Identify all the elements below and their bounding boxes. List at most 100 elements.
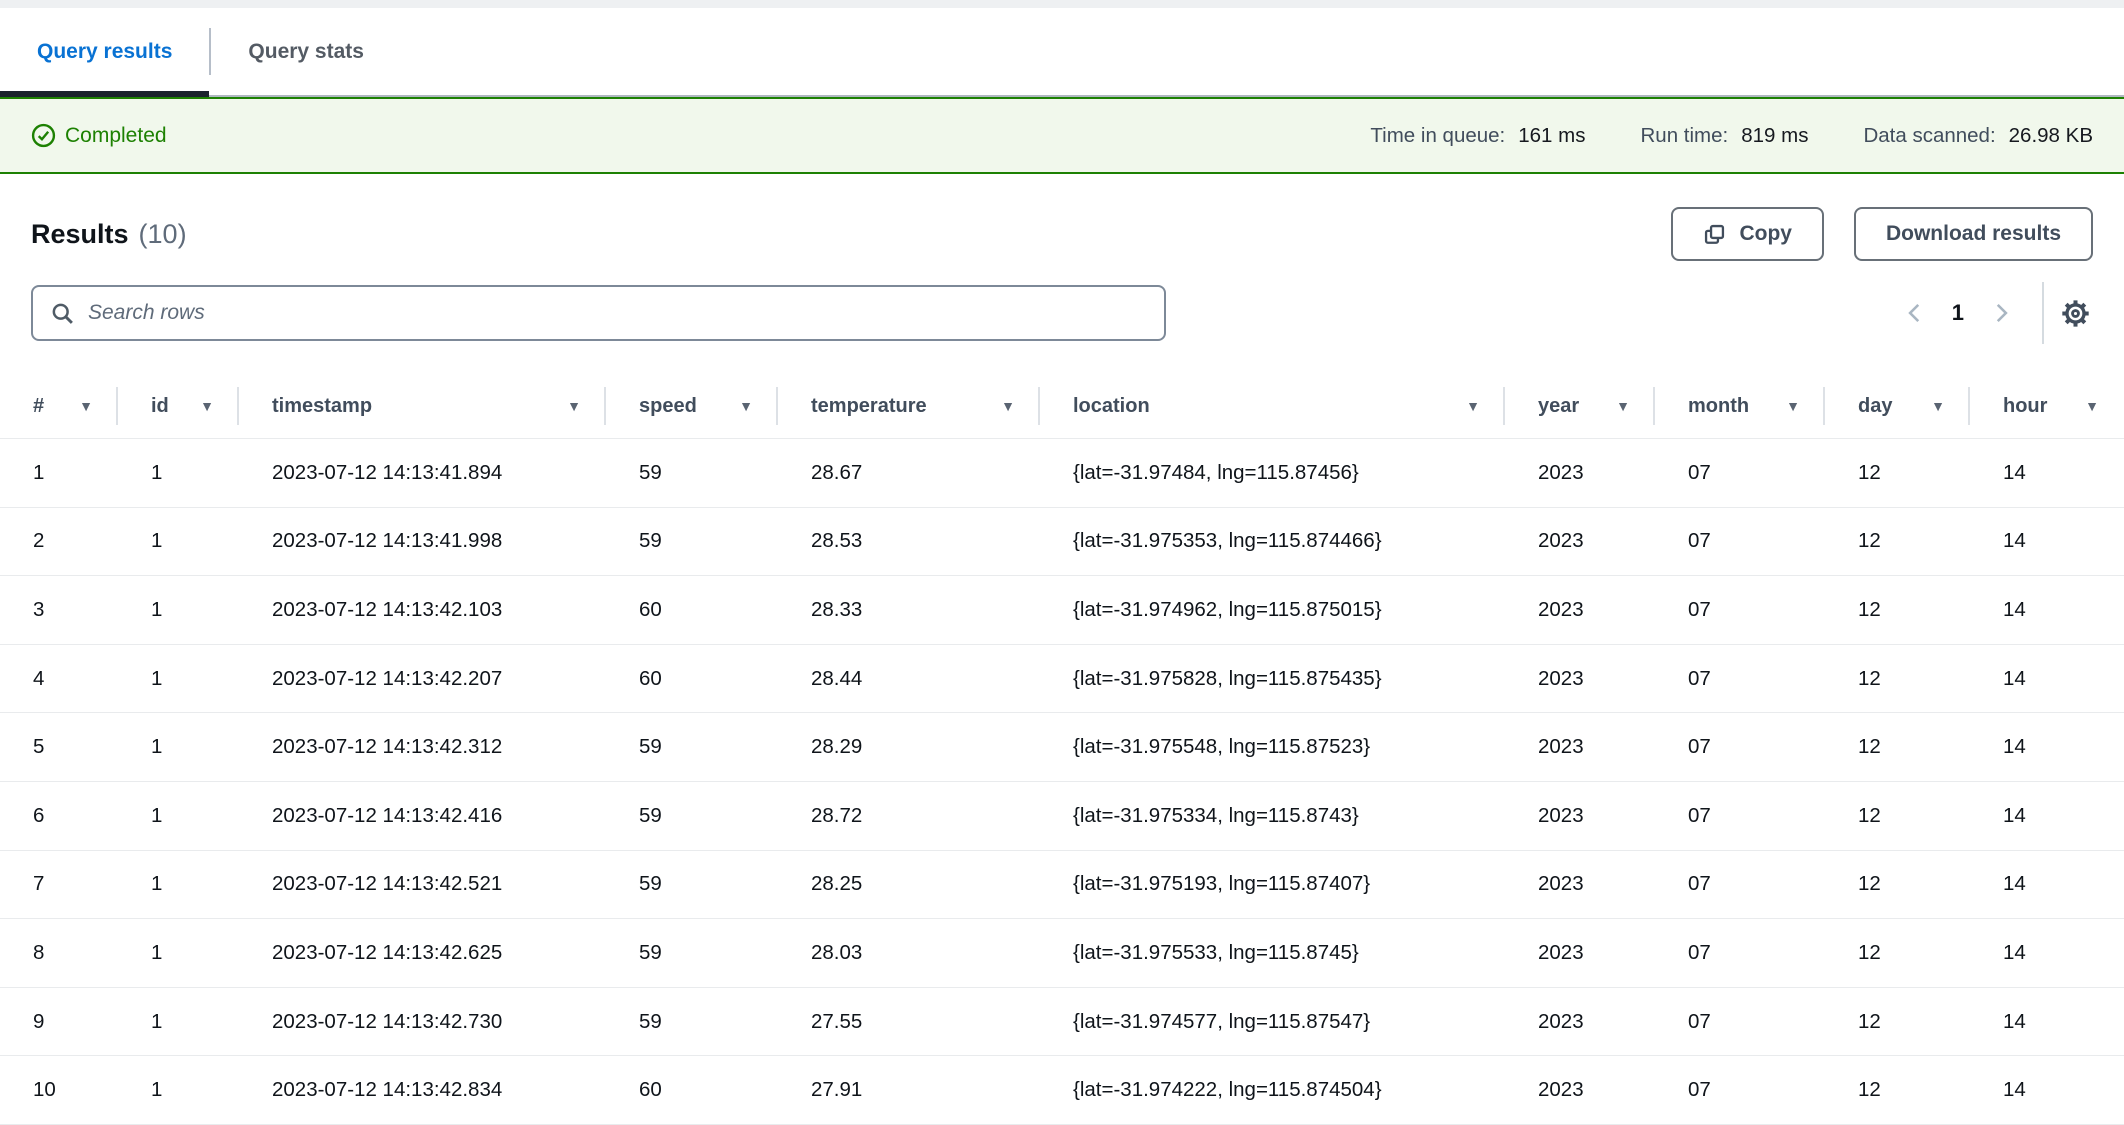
filter-dropdown-icon[interactable]: ▼ [2085, 398, 2099, 414]
tab-query-stats[interactable]: Query stats [211, 8, 401, 95]
column-header-day[interactable]: day▼ [1825, 374, 1970, 438]
cell-id: 1 [118, 1010, 239, 1034]
filter-dropdown-icon[interactable]: ▼ [79, 398, 93, 414]
cell-month: 07 [1655, 667, 1825, 691]
cell-hour: 14 [1970, 1078, 2124, 1102]
table-row: 812023-07-12 14:13:42.6255928.03{lat=-31… [0, 919, 2124, 988]
column-label: # [33, 395, 44, 418]
cell-speed: 60 [606, 667, 778, 691]
cell-month: 07 [1655, 804, 1825, 828]
column-header-speed[interactable]: speed ▼ [606, 374, 778, 438]
cell-year: 2023 [1505, 461, 1655, 485]
table-body: 112023-07-12 14:13:41.8945928.67{lat=-31… [0, 439, 2124, 1125]
stat-label: Run time: [1640, 124, 1728, 148]
table-header-row: #▼id▼timestamp▼speed▼temperature▼locatio… [0, 374, 2124, 439]
cell-temperature: 27.91 [778, 1078, 1040, 1102]
filter-dropdown-icon[interactable]: ▼ [200, 398, 214, 414]
table-toolbar: 1 [0, 285, 2124, 341]
cell-location: {lat=-31.97484, lng=115.87456} [1040, 461, 1505, 485]
cell-speed: 59 [606, 1010, 778, 1034]
search-box[interactable] [31, 285, 1166, 341]
filter-dropdown-icon[interactable]: ▼ [1616, 398, 1630, 414]
filter-dropdown-icon[interactable]: ▼ [1466, 398, 1480, 414]
cell-hour: 14 [1970, 598, 2124, 622]
stat-value: 819 ms [1741, 124, 1808, 148]
results-actions: Copy Download results [1671, 207, 2093, 261]
filter-dropdown-icon[interactable]: ▼ [739, 398, 753, 414]
column-header-timestamp[interactable]: timestamp▼ [239, 374, 606, 438]
column-header-month[interactable]: month ▼ [1655, 374, 1825, 438]
table-row: 312023-07-12 14:13:42.1036028.33{lat=-31… [0, 576, 2124, 645]
column-header-year[interactable]: year▼ [1505, 374, 1655, 438]
cell-year: 2023 [1505, 1010, 1655, 1034]
cell-hour: 14 [1970, 735, 2124, 759]
cell-timestamp: 2023-07-12 14:13:42.834 [239, 1078, 606, 1102]
column-label: hour [2003, 395, 2047, 418]
cell-hour: 14 [1970, 941, 2124, 965]
cell-location: {lat=-31.975193, lng=115.87407} [1040, 872, 1505, 896]
tab-bar: Query results Query stats [0, 8, 2124, 97]
cell-num: 9 [0, 1010, 118, 1034]
cell-day: 12 [1825, 1010, 1970, 1034]
table-row: 712023-07-12 14:13:42.5215928.25{lat=-31… [0, 851, 2124, 920]
filter-dropdown-icon[interactable]: ▼ [567, 398, 581, 414]
cell-timestamp: 2023-07-12 14:13:42.625 [239, 941, 606, 965]
cell-id: 1 [118, 872, 239, 896]
results-header: Results (10) Copy Download results [0, 207, 2124, 261]
stat-label: Data scanned: [1863, 124, 1995, 148]
column-label: speed [639, 395, 697, 418]
preferences-button[interactable] [2058, 298, 2093, 329]
filter-dropdown-icon[interactable]: ▼ [1931, 398, 1945, 414]
search-input[interactable] [88, 301, 1147, 325]
check-circle-icon [31, 123, 56, 148]
cell-year: 2023 [1505, 529, 1655, 553]
toolbar-divider [2042, 282, 2044, 344]
table-row: 412023-07-12 14:13:42.2076028.44{lat=-31… [0, 645, 2124, 714]
prev-page-button[interactable] [1892, 300, 1938, 326]
stat-data-scanned: Data scanned: 26.98 KB [1863, 124, 2093, 148]
filter-dropdown-icon[interactable]: ▼ [1786, 398, 1800, 414]
cell-speed: 59 [606, 804, 778, 828]
download-results-button[interactable]: Download results [1854, 207, 2093, 261]
search-icon [50, 301, 75, 326]
copy-button[interactable]: Copy [1671, 207, 1824, 261]
column-label: month [1688, 395, 1749, 418]
gear-icon [2060, 298, 2091, 329]
cell-day: 12 [1825, 1078, 1970, 1102]
status-banner: Completed Time in queue: 161 ms Run time… [0, 97, 2124, 174]
cell-month: 07 [1655, 941, 1825, 965]
query-stats-summary: Time in queue: 161 ms Run time: 819 ms D… [1370, 124, 2093, 148]
copy-icon [1703, 223, 1726, 246]
cell-day: 12 [1825, 667, 1970, 691]
tab-query-results[interactable]: Query results [0, 8, 209, 95]
cell-num: 7 [0, 872, 118, 896]
cell-location: {lat=-31.975353, lng=115.874466} [1040, 529, 1505, 553]
table-row: 912023-07-12 14:13:42.7305927.55{lat=-31… [0, 988, 2124, 1057]
cell-location: {lat=-31.974577, lng=115.87547} [1040, 1010, 1505, 1034]
cell-num: 1 [0, 461, 118, 485]
column-header-temperature[interactable]: temperature▼ [778, 374, 1040, 438]
cell-month: 07 [1655, 872, 1825, 896]
column-header-num[interactable]: #▼ [0, 374, 118, 438]
cell-year: 2023 [1505, 735, 1655, 759]
pagination: 1 [1892, 282, 2093, 344]
column-header-hour[interactable]: hour ▼ [1970, 374, 2124, 438]
cell-num: 4 [0, 667, 118, 691]
current-page[interactable]: 1 [1938, 300, 1978, 326]
cell-timestamp: 2023-07-12 14:13:42.103 [239, 598, 606, 622]
cell-timestamp: 2023-07-12 14:13:42.730 [239, 1010, 606, 1034]
cell-day: 12 [1825, 598, 1970, 622]
chevron-left-icon [1902, 300, 1928, 326]
cell-hour: 14 [1970, 667, 2124, 691]
cell-day: 12 [1825, 872, 1970, 896]
cell-temperature: 28.67 [778, 461, 1040, 485]
next-page-button[interactable] [1978, 300, 2024, 326]
column-header-id[interactable]: id▼ [118, 374, 239, 438]
column-header-location[interactable]: location▼ [1040, 374, 1505, 438]
filter-dropdown-icon[interactable]: ▼ [1001, 398, 1015, 414]
cell-year: 2023 [1505, 804, 1655, 828]
cell-id: 1 [118, 598, 239, 622]
cell-day: 12 [1825, 941, 1970, 965]
cell-month: 07 [1655, 1078, 1825, 1102]
cell-temperature: 28.44 [778, 667, 1040, 691]
